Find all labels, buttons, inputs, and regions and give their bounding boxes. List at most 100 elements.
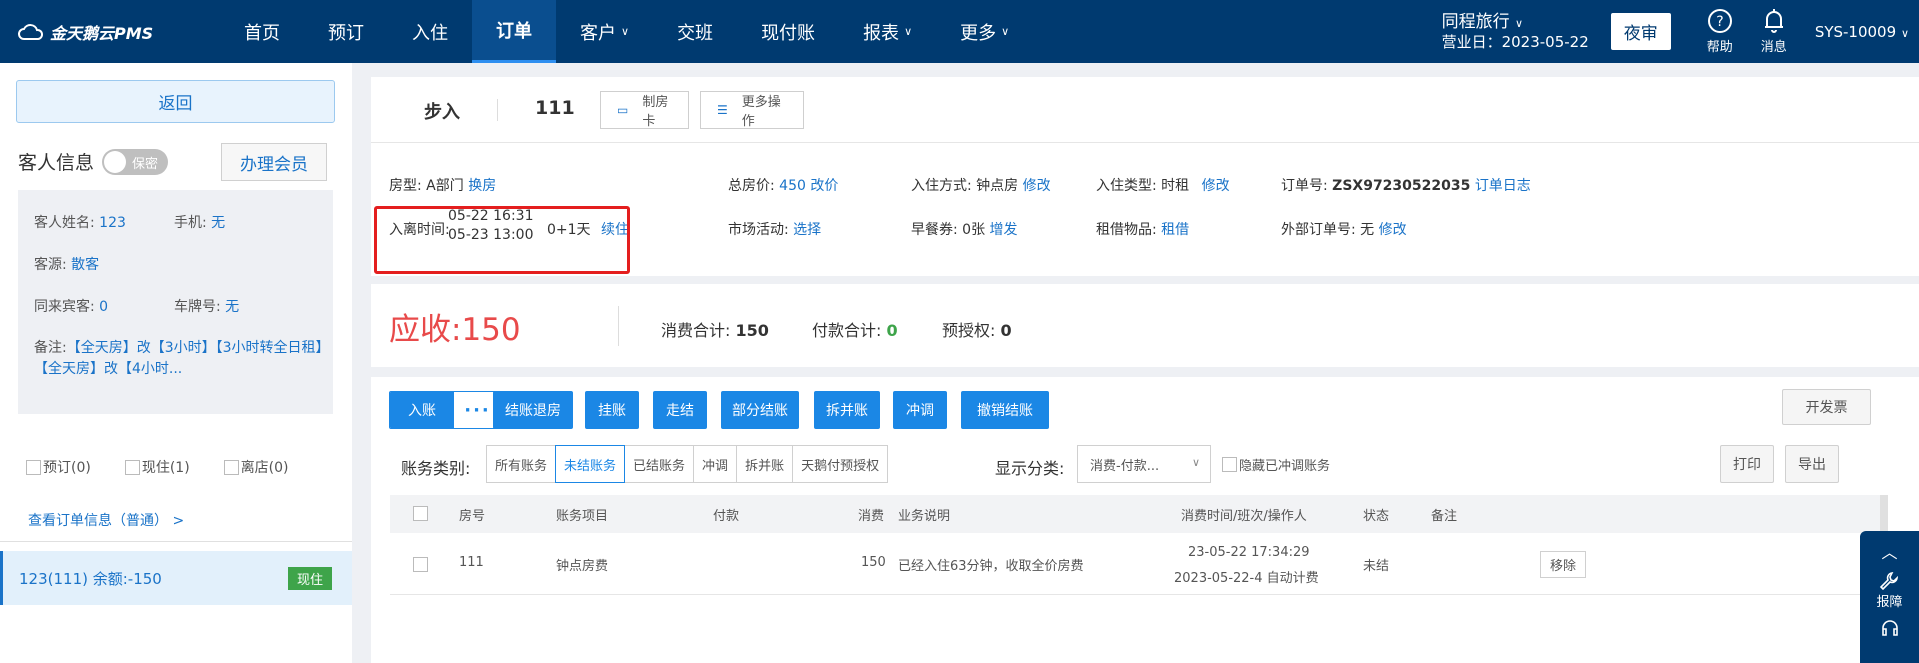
checkbox[interactable] <box>26 459 41 475</box>
account-action-button-5[interactable]: 冲调 <box>893 391 947 429</box>
account-action-button-1[interactable]: 挂账 <box>585 391 639 429</box>
filter-label: 预订(0) <box>43 460 91 476</box>
order-log-link[interactable]: 订单日志 <box>1475 178 1531 194</box>
rent-link[interactable]: 租借 <box>1161 222 1189 238</box>
secret-toggle[interactable]: 保密 <box>102 148 169 175</box>
make-card-button[interactable]: ▭ 制房卡 <box>600 91 689 129</box>
checkbox[interactable] <box>124 459 140 475</box>
breakfast-value: 0张 <box>962 222 986 238</box>
more-ops-button[interactable]: ☰ 更多操作 <box>700 91 804 129</box>
breakfast-label: 早餐券: <box>911 222 958 238</box>
filter-checkbox-1[interactable]: 现住(1) <box>124 457 190 477</box>
category-tab-4[interactable]: 拆并账 <box>736 445 794 483</box>
plate-value[interactable]: 无 <box>225 299 239 315</box>
night-audit-button[interactable]: 夜审 <box>1610 13 1671 50</box>
room-type-value: A部门 <box>426 178 464 194</box>
nav-item-2[interactable]: 入住 <box>388 0 472 63</box>
nav-item-4[interactable]: 客户 ∨ <box>556 0 653 63</box>
nav-item-3[interactable]: 订单 <box>472 0 556 63</box>
nav-item-8[interactable]: 更多 ∨ <box>936 0 1033 63</box>
table-row[interactable]: 111 钟点房费 150 已经入住63分钟，收取全价房费 23-05-22 17… <box>390 533 1880 595</box>
nav-item-label: 交班 <box>677 22 714 44</box>
market-label: 市场活动: <box>728 222 789 238</box>
category-tab-2[interactable]: 已结账务 <box>624 445 695 483</box>
checkin-mode-label: 入住方式: <box>911 178 972 194</box>
account-action-button-3[interactable]: 部分结账 <box>721 391 799 429</box>
category-tab-5[interactable]: 天鹅付预授权 <box>792 445 889 483</box>
col-remark: 备注 <box>1431 509 1458 524</box>
user-menu[interactable]: SYS-10009 ∨ <box>1815 23 1909 41</box>
category-tabs: 所有账务 未结账务 已结账务 冲调 拆并账 天鹅付预授权 <box>486 445 889 483</box>
register-member-button[interactable]: 办理会员 <box>221 143 327 181</box>
logo[interactable]: 金天鹅云PMS <box>0 0 200 63</box>
nav-item-label: 现付账 <box>761 22 816 44</box>
checkin-type-value: 时租 <box>1161 178 1190 194</box>
change-price-link[interactable]: 改价 <box>810 178 838 194</box>
consume-label: 消费合计: <box>661 321 731 340</box>
checkbox[interactable] <box>1222 457 1237 472</box>
nav-item-label: 订单 <box>496 21 532 42</box>
companion-value[interactable]: 0 <box>99 299 108 315</box>
account-action-button-0[interactable]: 结账退房 <box>493 391 573 429</box>
category-tab-3[interactable]: 冲调 <box>693 445 738 483</box>
invoice-button[interactable]: 开发票 <box>1782 389 1871 425</box>
nav-item-5[interactable]: 交班 <box>653 0 737 63</box>
cell-status: 未结 <box>1363 559 1390 574</box>
view-order-info-link[interactable]: 查看订单信息（普通） > <box>28 510 184 530</box>
nav-item-label: 预订 <box>328 22 364 44</box>
scroll-top-button[interactable]: ︿ <box>1881 539 1897 563</box>
plate-label: 车牌号: <box>174 299 221 315</box>
post-account-button[interactable]: 入账 <box>390 392 454 428</box>
cell-consume: 150 <box>861 555 886 570</box>
remove-button[interactable]: 移除 <box>1540 551 1587 578</box>
print-button[interactable]: 打印 <box>1720 445 1774 483</box>
support-button[interactable] <box>1880 618 1900 638</box>
phone-value[interactable]: 无 <box>211 215 225 231</box>
status-filters: 预订(0) 现住(1) 离店(0) <box>26 457 336 477</box>
category-tab-1[interactable]: 未结账务 <box>555 445 626 483</box>
change-room-link[interactable]: 换房 <box>468 178 496 194</box>
nav-item-0[interactable]: 首页 <box>220 0 304 63</box>
back-button[interactable]: 返回 <box>16 80 335 123</box>
message-button[interactable]: 消息 <box>1761 8 1787 55</box>
checkbox[interactable] <box>223 459 239 475</box>
market-select-link[interactable]: 选择 <box>793 222 821 238</box>
row-checkbox[interactable] <box>413 557 428 572</box>
account-action-button-4[interactable]: 拆并账 <box>814 391 880 429</box>
account-action-button-2[interactable]: 走结 <box>653 391 707 429</box>
remark-value[interactable]: 【全天房】改【3小时】【3小时转全日租】【全天房】改【4小时... <box>34 340 323 377</box>
modify-checkin-type-link[interactable]: 修改 <box>1202 178 1230 194</box>
account-action-button-6[interactable]: 撤销结账 <box>961 391 1049 429</box>
hotel-selector[interactable]: 同程旅行 ∨ 营业日：2023-05-22 <box>1442 12 1589 52</box>
hide-adjusted-checkbox[interactable]: 隐藏已冲调账务 <box>1222 455 1330 474</box>
help-button[interactable]: ? 帮助 <box>1707 8 1733 55</box>
nav-item-label: 客户 <box>580 22 616 44</box>
nav-item-label: 更多 <box>960 22 997 44</box>
cell-shift: 2023-05-22-4 自动计费 <box>1174 571 1319 586</box>
nav-item-7[interactable]: 报表 ∨ <box>839 0 936 63</box>
select-all-checkbox[interactable] <box>413 506 428 521</box>
modify-ext-order-link[interactable]: 修改 <box>1379 222 1407 238</box>
nav-item-1[interactable]: 预订 <box>304 0 388 63</box>
room-list-item[interactable]: 123(111) 余额:-150 现住 <box>0 551 352 605</box>
modify-checkin-mode-link[interactable]: 修改 <box>1023 178 1051 194</box>
room-entry-text: 123(111) 余额:-150 <box>19 569 162 588</box>
cell-room: 111 <box>459 555 484 570</box>
category-tab-0[interactable]: 所有账务 <box>486 445 557 483</box>
guest-name-value[interactable]: 123 <box>99 215 126 231</box>
source-value[interactable]: 散客 <box>71 257 99 273</box>
display-select-value: 消费-付款... <box>1090 458 1160 474</box>
due-value: 150 <box>461 312 521 348</box>
export-button[interactable]: 导出 <box>1785 445 1839 483</box>
user-name: SYS-10009 <box>1814 22 1897 41</box>
add-breakfast-link[interactable]: 增发 <box>990 222 1018 238</box>
filter-checkbox-2[interactable]: 离店(0) <box>223 457 289 477</box>
help-icon: ? <box>1707 8 1733 34</box>
list-icon: ☰ <box>717 103 728 117</box>
wrench-icon <box>1880 572 1899 591</box>
display-select[interactable]: 消费-付款... ∨ <box>1077 445 1211 483</box>
filter-checkbox-0[interactable]: 预订(0) <box>26 457 91 477</box>
nav-item-6[interactable]: 现付账 <box>737 0 839 63</box>
col-time: 消费时间/班次/操作人 <box>1181 509 1307 524</box>
report-issue-button[interactable]: 报障 <box>1876 571 1903 610</box>
